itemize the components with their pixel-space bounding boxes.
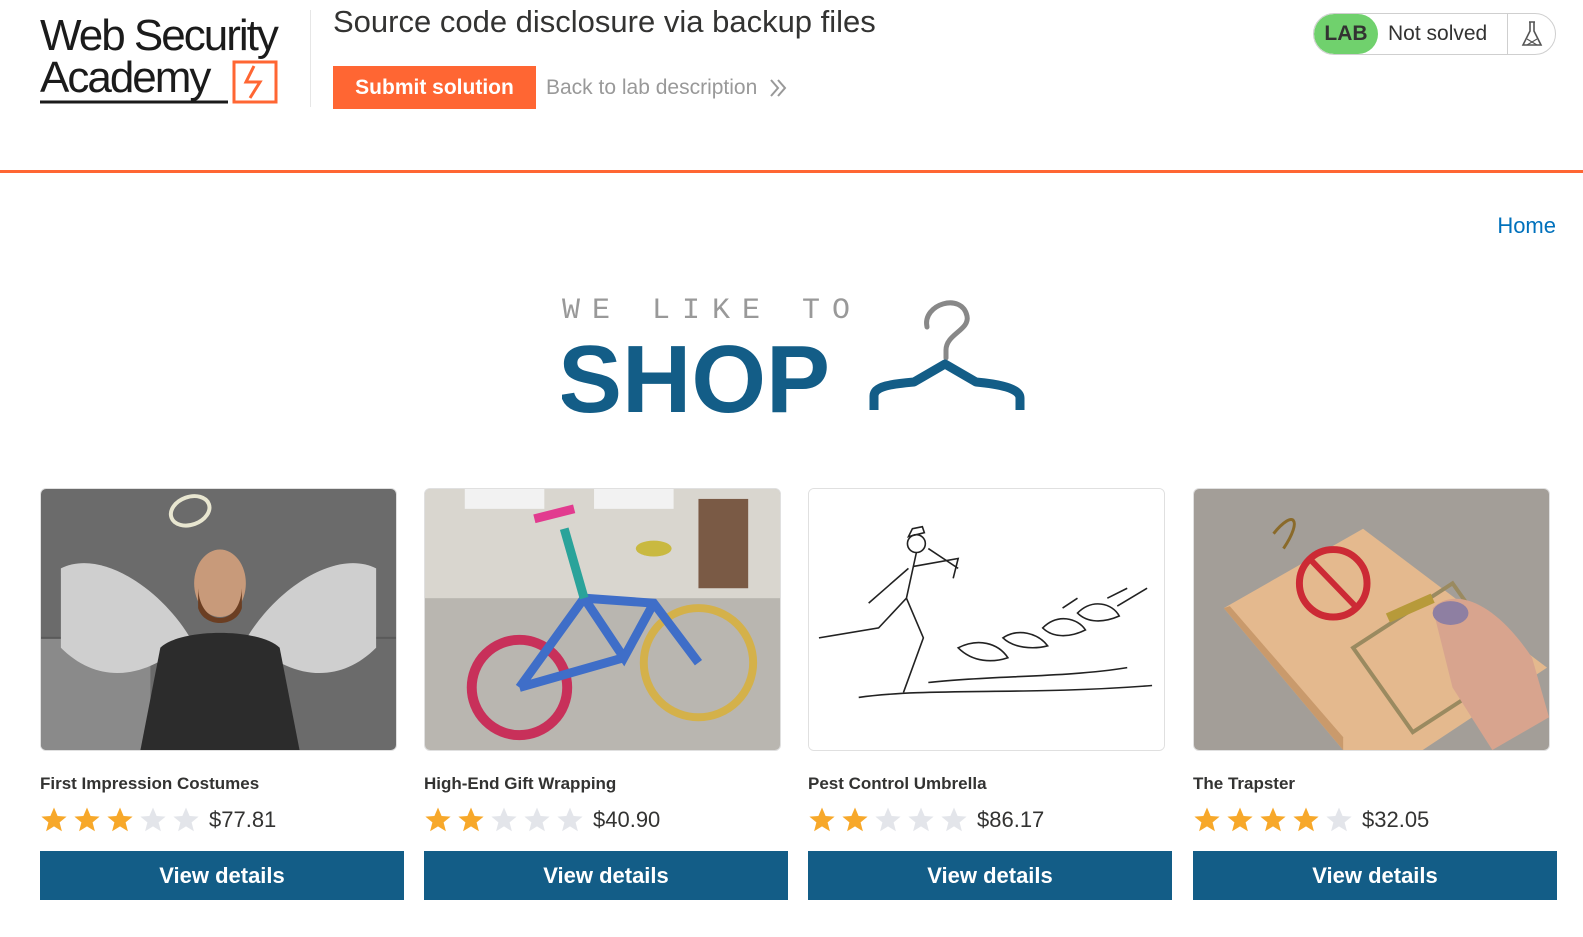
banner-tagline: WE LIKE TO xyxy=(562,294,862,328)
product-image-mousetrap xyxy=(1193,488,1550,751)
star-filled-icon xyxy=(1227,807,1253,832)
product-card: The Trapster $32.05 View details xyxy=(1193,488,1557,900)
star-filled-icon xyxy=(1194,807,1220,832)
lab-title: Source code disclosure via backup files xyxy=(333,4,876,39)
back-link-label: Back to lab description xyxy=(546,76,758,99)
star-filled-icon xyxy=(809,807,835,832)
star-filled-icon xyxy=(842,807,868,832)
svg-text:Academy: Academy xyxy=(40,53,211,102)
star-empty-icon xyxy=(491,807,517,832)
star-filled-icon xyxy=(458,807,484,832)
lab-badge: LAB xyxy=(1314,14,1378,54)
view-details-button[interactable]: View details xyxy=(40,851,404,900)
product-rating xyxy=(424,806,584,834)
star-empty-icon xyxy=(1326,807,1352,832)
view-details-button[interactable]: View details xyxy=(1193,851,1557,900)
product-image-knitted-bicycle xyxy=(424,488,781,751)
star-empty-icon xyxy=(173,807,199,832)
banner-headline: SHOP xyxy=(562,326,830,422)
star-filled-icon xyxy=(425,807,451,832)
star-empty-icon xyxy=(875,807,901,832)
shop-banner: WE LIKE TO SHOP xyxy=(558,292,1032,433)
product-rating xyxy=(1193,806,1353,834)
lab-status-widget: LAB Not solved xyxy=(1313,13,1556,55)
header-divider xyxy=(310,10,311,107)
product-card: First Impression Costumes $77.81 View de… xyxy=(40,488,404,900)
double-chevron-right-icon xyxy=(769,78,787,98)
product-card: High-End Gift Wrapping $40.90 View detai… xyxy=(424,488,788,900)
star-filled-icon xyxy=(1293,807,1319,832)
star-empty-icon xyxy=(524,807,550,832)
product-price: $40.90 xyxy=(593,807,661,832)
back-to-lab-description-link[interactable]: Back to lab description xyxy=(546,72,787,104)
submit-solution-button[interactable]: Submit solution xyxy=(333,66,536,109)
product-image-angel-costume xyxy=(40,488,397,751)
flask-icon xyxy=(1508,14,1555,54)
product-name: High-End Gift Wrapping xyxy=(424,774,617,793)
product-image-pied-piper-drawing xyxy=(808,488,1165,751)
view-details-button[interactable]: View details xyxy=(808,851,1172,900)
product-name: First Impression Costumes xyxy=(40,774,260,793)
star-empty-icon xyxy=(908,807,934,832)
product-rating xyxy=(40,806,200,834)
product-price: $77.81 xyxy=(209,807,277,832)
web-security-academy-logo[interactable]: Web Security Academy xyxy=(40,11,305,107)
product-price: $86.17 xyxy=(977,807,1045,832)
star-empty-icon xyxy=(140,807,166,832)
product-name: Pest Control Umbrella xyxy=(808,774,987,793)
star-filled-icon xyxy=(1260,807,1286,832)
star-empty-icon xyxy=(557,807,583,832)
product-rating xyxy=(808,806,968,834)
star-empty-icon xyxy=(941,807,967,832)
star-filled-icon xyxy=(74,807,100,832)
hanger-icon xyxy=(869,300,1025,410)
product-name: The Trapster xyxy=(1193,774,1296,793)
star-filled-icon xyxy=(41,807,67,832)
star-filled-icon xyxy=(107,807,133,832)
product-price: $32.05 xyxy=(1362,807,1430,832)
header-orange-rule xyxy=(0,170,1583,173)
nav-home-link[interactable]: Home xyxy=(1497,213,1556,239)
view-details-button[interactable]: View details xyxy=(424,851,788,900)
product-card: Pest Control Umbrella $86.17 View detail… xyxy=(808,488,1172,900)
lab-status-text: Not solved xyxy=(1378,14,1508,54)
